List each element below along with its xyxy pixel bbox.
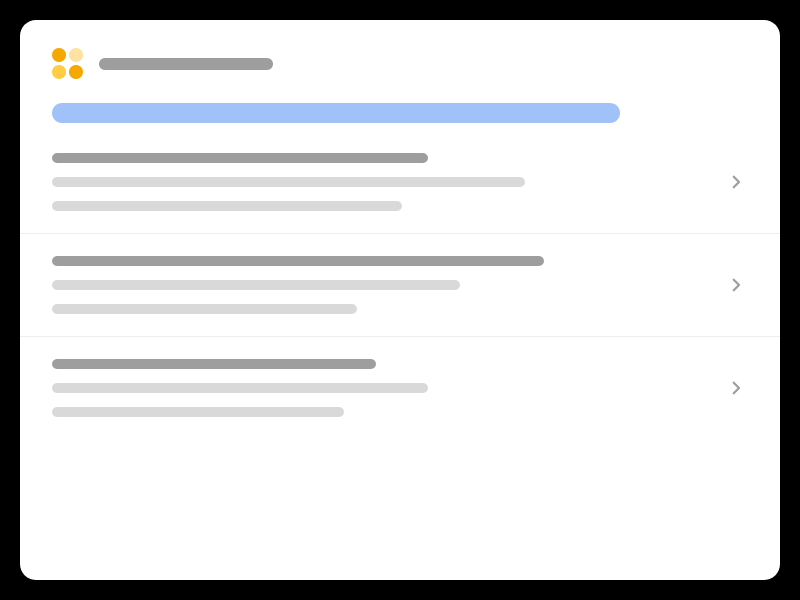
item-subtitle-line <box>52 201 402 211</box>
list-item[interactable] <box>20 233 780 336</box>
list-item[interactable] <box>20 131 780 233</box>
item-title <box>52 153 428 163</box>
item-title <box>52 256 544 266</box>
item-subtitle-line <box>52 304 357 314</box>
chevron-right-icon <box>724 273 748 297</box>
highlight-bar[interactable] <box>52 103 620 123</box>
chevron-right-icon <box>724 170 748 194</box>
item-subtitle-line <box>52 407 344 417</box>
result-list <box>20 131 780 580</box>
item-subtitle-line <box>52 280 460 290</box>
card-header <box>20 20 780 91</box>
item-subtitle-line <box>52 177 525 187</box>
list-item[interactable] <box>20 336 780 439</box>
app-logo-icon <box>52 48 83 79</box>
chevron-right-icon <box>724 376 748 400</box>
item-title <box>52 359 376 369</box>
card-title <box>99 58 273 70</box>
item-subtitle-line <box>52 383 428 393</box>
results-card <box>20 20 780 580</box>
